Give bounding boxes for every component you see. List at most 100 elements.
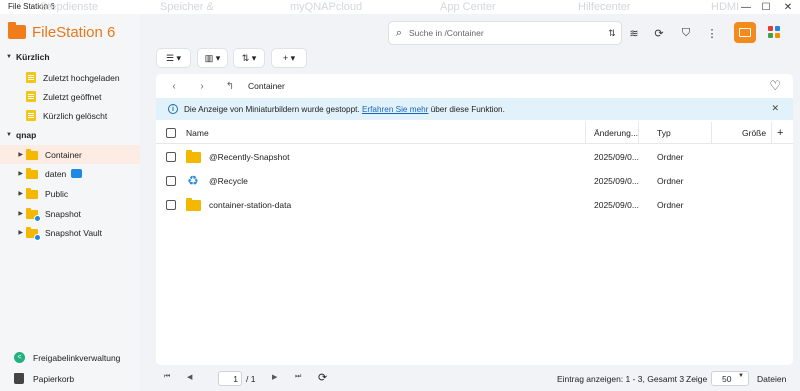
background-tasks-icon[interactable]: ≋ [625,24,643,42]
share-icon: < [14,352,25,363]
table-row[interactable]: ♻ @Recycle 2025/09/0... Ordner [156,169,793,193]
trash-icon [14,373,24,384]
thumbnail-info-banner: i Die Anzeige von Miniaturbildern wurde … [156,98,793,120]
snapshot-folder-icon [26,208,41,222]
file-name[interactable]: @Recycle [209,169,248,193]
up-level-icon[interactable]: ↰ [216,81,244,92]
pagination-bar: ⏮ ◀ 1 / 1 ▶ ⏭ ⟳ Eintrag anzeigen: 1 - 3,… [156,367,793,391]
sidebar-item-snapshot-vault[interactable]: ▶ Snapshot Vault [0,223,140,242]
recent-doc-icon [26,110,36,121]
expand-caret-icon[interactable]: ▶ [0,210,26,217]
file-name[interactable]: container-station-data [209,193,291,217]
sidebar-share-links[interactable]: < Freigabelinkverwaltung [14,352,120,363]
close-window-button[interactable]: ✕ [778,0,798,14]
add-column-icon[interactable]: + [777,122,783,144]
prev-page-icon[interactable]: ◀ [187,373,192,381]
table-header: Name Änderung... Typ Größe + [156,122,793,144]
expand-caret-icon[interactable]: ▶ [0,229,26,236]
refresh-list-icon[interactable]: ⟳ [318,371,327,384]
column-modified[interactable]: Änderung... [594,122,638,144]
sort-filter-icon[interactable]: ⇅ [603,28,621,39]
breadcrumb-current[interactable]: Container [248,81,285,91]
back-icon[interactable]: ‹ [160,81,188,92]
folder-icon [26,168,38,179]
search-box[interactable]: ⌕ Suche in /Container ⇅ [388,21,622,45]
file-station-view-button[interactable] [734,22,756,43]
maximize-button[interactable]: ☐ [756,0,776,14]
filestation-logo-icon [8,22,26,39]
info-text: Die Anzeige von Miniaturbildern wurde ge… [184,104,505,114]
table-row[interactable]: @Recently-Snapshot 2025/09/0... Ordner [156,145,793,169]
search-input[interactable]: Suche in /Container [409,28,603,38]
expand-caret-icon[interactable]: ▶ [0,190,26,197]
ghost-tab: Speicher & [160,1,214,13]
sidebar-item-label: Kürzlich gelöscht [43,110,108,121]
section-qnap[interactable]: ▼ qnap [6,130,36,140]
sidebar-item-recently-uploaded[interactable]: Zuletzt hochgeladen [0,68,140,87]
folder-icon [26,188,38,199]
favorite-heart-icon[interactable]: ♡ [769,78,781,94]
sidebar-item-label: Zuletzt hochgeladen [43,72,120,83]
per-page-select[interactable]: 50 ▼ [711,371,749,386]
sidebar-item-label: Public [45,188,69,199]
camera-icon [71,169,83,178]
file-modified: 2025/09/0... [594,200,639,210]
row-checkbox[interactable] [166,145,176,169]
sidebar-item-public[interactable]: ▶ Public [0,184,140,203]
search-icon: ⌕ [395,26,403,39]
row-checkbox[interactable] [166,169,176,193]
trash-label: Papierkorb [33,373,75,384]
file-type: Ordner [657,200,684,210]
file-type: Ordner [657,152,684,162]
row-checkbox[interactable] [166,193,176,217]
file-modified: 2025/09/0... [594,152,639,162]
create-new-button[interactable]: + ▾ [271,48,307,68]
info-icon: i [168,104,178,114]
sidebar-item-label: Snapshot [45,208,81,219]
sidebar-item-label: daten [45,168,67,179]
apps-grid-icon[interactable] [768,26,780,38]
folder-icon [186,197,201,211]
sort-button[interactable]: ⇅ ▾ [233,48,265,68]
section-recent[interactable]: ▼ Kürzlich [6,52,50,62]
column-type[interactable]: Typ [657,122,671,144]
chevron-down-icon: ▼ [738,373,744,379]
recycle-icon: ♻ [187,173,199,188]
sidebar-item-container[interactable]: ▶ Container [0,145,140,164]
filter-icon[interactable]: ⛉ [677,24,695,42]
sidebar-item-recently-deleted[interactable]: Kürzlich gelöscht [0,106,140,125]
sidebar-item-daten[interactable]: ▶ daten [0,164,140,183]
page-number-input[interactable]: 1 [218,371,242,386]
sidebar-trash[interactable]: Papierkorb [14,373,74,384]
ghost-tab: App Center [440,1,496,13]
more-options-icon[interactable]: ⋮ [703,24,721,42]
next-page-icon[interactable]: ▶ [272,373,277,381]
entries-count: Eintrag anzeigen: 1 - 3, Gesamt 3 [557,374,685,384]
learn-more-link[interactable]: Erfahren Sie mehr [362,105,428,114]
refresh-icon[interactable]: ⟳ [650,24,668,42]
window-titlebar: File Station 6 Stepdienste Speicher & my… [0,0,800,14]
first-page-icon[interactable]: ⏮ [164,373,170,381]
sidebar: FileStation 6 ▼ Kürzlich Zuletzt hochgel… [0,14,140,391]
sidebar-item-label: Zuletzt geöffnet [43,91,102,102]
sidebar-item-recently-opened[interactable]: Zuletzt geöffnet [0,87,140,106]
expand-caret-icon[interactable]: ▶ [0,151,26,158]
last-page-icon[interactable]: ⏭ [295,373,301,381]
table-row[interactable]: container-station-data 2025/09/0... Ordn… [156,193,793,217]
select-all-checkbox[interactable] [166,122,176,144]
minimize-button[interactable]: — [736,0,756,14]
folder-icon [26,149,38,160]
close-banner-icon[interactable]: ✕ [771,103,779,114]
column-size[interactable]: Größe [742,122,766,144]
forward-icon[interactable]: › [188,81,216,92]
list-mode-button[interactable]: ☰ ▾ [156,48,191,68]
app-logo: FileStation 6 [8,22,115,42]
column-name[interactable]: Name [186,122,209,144]
view-mode-button[interactable]: ▥ ▾ [197,48,228,68]
sidebar-item-snapshot[interactable]: ▶ Snapshot [0,204,140,223]
file-modified: 2025/09/0... [594,176,639,186]
snapshot-vault-folder-icon [26,227,41,241]
breadcrumb: ‹ › ↰ Container ♡ [156,74,793,98]
file-name[interactable]: @Recently-Snapshot [209,145,289,169]
expand-caret-icon[interactable]: ▶ [0,170,26,177]
